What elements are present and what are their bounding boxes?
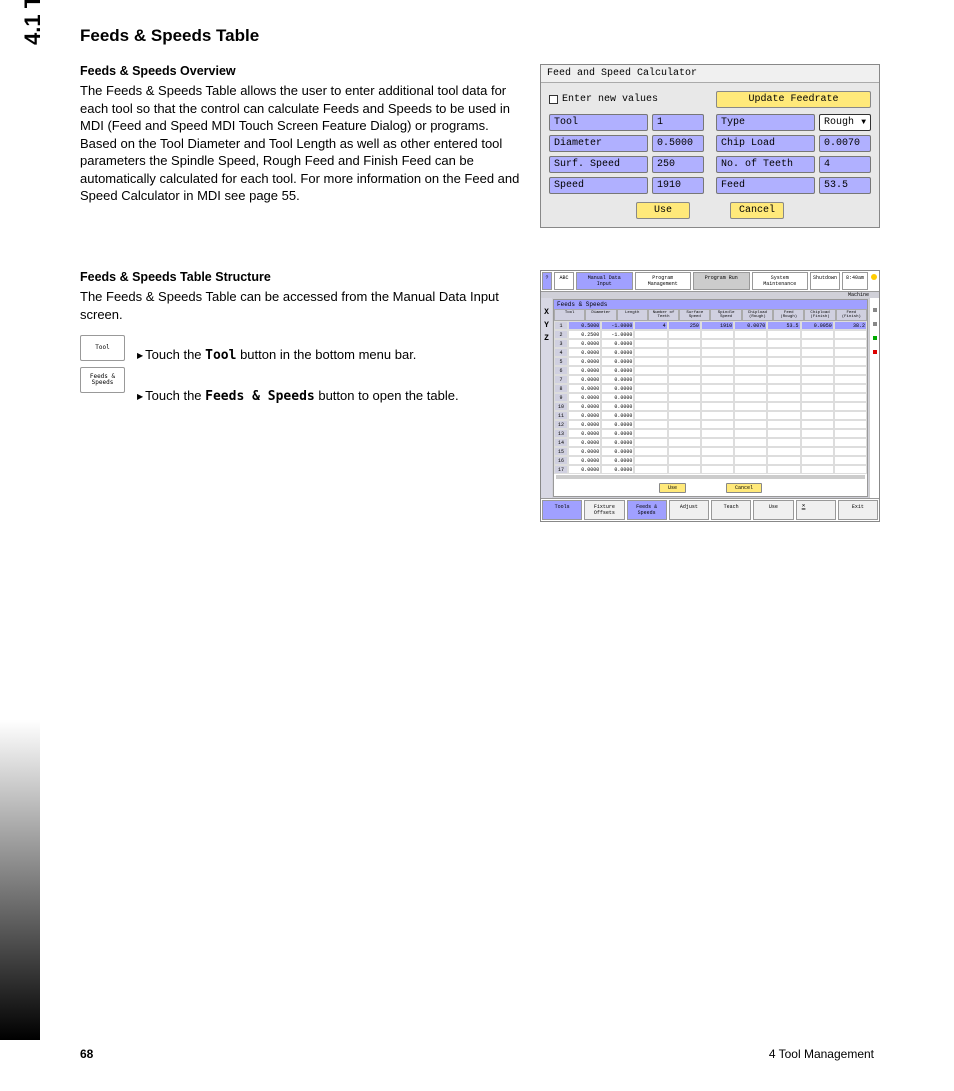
feed-speed-calculator: Feed and Speed Calculator Enter new valu… bbox=[540, 64, 880, 228]
chipload-label: Chip Load bbox=[716, 135, 815, 152]
mdi-tab[interactable]: Manual Data Input bbox=[576, 272, 633, 290]
bottom-menu-tools[interactable]: Tools bbox=[542, 500, 582, 520]
program-run-tab[interactable]: Program Run bbox=[693, 272, 750, 290]
feeds-speeds-button-graphic: Feeds & Speeds bbox=[80, 367, 125, 393]
table-cancel-button[interactable]: Cancel bbox=[726, 483, 762, 493]
structure-text: The Feeds & Speeds Table can be accessed… bbox=[80, 288, 520, 323]
shutdown-button[interactable]: Shutdown bbox=[810, 272, 840, 290]
feeds-speeds-screenshot: ? ABC Manual Data Input Program Manageme… bbox=[540, 270, 880, 522]
page-number: 68 bbox=[80, 1047, 93, 1061]
surf-speed-label: Surf. Speed bbox=[549, 156, 648, 173]
bottom-menu-teach[interactable]: Teach bbox=[711, 500, 751, 520]
calc-cancel-button[interactable]: Cancel bbox=[730, 202, 784, 219]
side-gradient bbox=[0, 720, 40, 1040]
bottom-menu-fixture-offsets[interactable]: Fixture Offsets bbox=[584, 500, 624, 520]
checkbox-icon bbox=[549, 95, 558, 104]
feeds-speeds-table[interactable]: ToolDiameterLengthNumber of TeethSurface… bbox=[554, 309, 867, 474]
diameter-value[interactable]: 0.5000 bbox=[652, 135, 704, 152]
calc-title: Feed and Speed Calculator bbox=[541, 65, 879, 83]
update-feedrate-button[interactable]: Update Feedrate bbox=[716, 91, 871, 108]
bottom-menu-use[interactable]: Use bbox=[753, 500, 793, 520]
bottom-menu-graphic-icon[interactable]: ✕━ bbox=[796, 500, 836, 520]
help-button[interactable]: ? bbox=[542, 272, 552, 290]
program-mgmt-tab[interactable]: Program Management bbox=[635, 272, 692, 290]
tool-label: Tool bbox=[549, 114, 648, 131]
table-use-button[interactable]: Use bbox=[659, 483, 686, 493]
speed-value[interactable]: 1910 bbox=[652, 177, 704, 194]
system-maint-tab[interactable]: System Maintenance bbox=[752, 272, 809, 290]
surf-speed-value[interactable]: 250 bbox=[652, 156, 704, 173]
type-label: Type bbox=[716, 114, 815, 131]
right-tool-strip bbox=[869, 298, 879, 498]
strip-icon bbox=[873, 350, 877, 354]
strip-icon bbox=[873, 322, 877, 326]
calc-use-button[interactable]: Use bbox=[636, 202, 690, 219]
feed-value[interactable]: 53.5 bbox=[819, 177, 871, 194]
type-dropdown[interactable]: Rough▼ bbox=[819, 114, 871, 131]
step-2: Touch the Feeds & Speeds button to open … bbox=[137, 376, 459, 417]
bottom-menu-adjust[interactable]: Adjust bbox=[669, 500, 709, 520]
num-teeth-value[interactable]: 4 bbox=[819, 156, 871, 173]
abc-button[interactable]: ABC bbox=[554, 272, 574, 290]
lock-icon bbox=[871, 274, 877, 280]
chipload-value[interactable]: 0.0070 bbox=[819, 135, 871, 152]
enter-new-values-checkbox[interactable]: Enter new values bbox=[549, 94, 658, 105]
diameter-label: Diameter bbox=[549, 135, 648, 152]
bottom-menu-exit[interactable]: Exit bbox=[838, 500, 878, 520]
step-1: Touch the Tool button in the bottom menu… bbox=[137, 335, 459, 376]
panel-title: Feeds & Speeds bbox=[554, 300, 867, 309]
bottom-menu-feeds-speeds[interactable]: Feeds & Speeds bbox=[627, 500, 667, 520]
num-teeth-label: No. of Teeth bbox=[716, 156, 815, 173]
chapter-label: 4 Tool Management bbox=[769, 1047, 874, 1061]
enter-new-values-label: Enter new values bbox=[562, 94, 658, 105]
tool-button-graphic: Tool bbox=[80, 335, 125, 361]
overview-text: The Feeds & Speeds Table allows the user… bbox=[80, 82, 520, 205]
scrollbar-horizontal[interactable] bbox=[556, 475, 865, 479]
feed-label: Feed bbox=[716, 177, 815, 194]
chevron-down-icon: ▼ bbox=[861, 118, 866, 127]
strip-icon bbox=[873, 336, 877, 340]
page-heading: Feeds & Speeds Table bbox=[80, 26, 890, 46]
structure-heading: Feeds & Speeds Table Structure bbox=[80, 270, 520, 284]
section-vertical-title: 4.1 Tool Table bbox=[20, 0, 46, 45]
tool-value[interactable]: 1 bbox=[652, 114, 704, 131]
strip-icon bbox=[873, 308, 877, 312]
axes-labels: XYZ bbox=[541, 298, 552, 498]
clock: 8:40am bbox=[842, 272, 868, 290]
speed-label: Speed bbox=[549, 177, 648, 194]
overview-heading: Feeds & Speeds Overview bbox=[80, 64, 520, 78]
